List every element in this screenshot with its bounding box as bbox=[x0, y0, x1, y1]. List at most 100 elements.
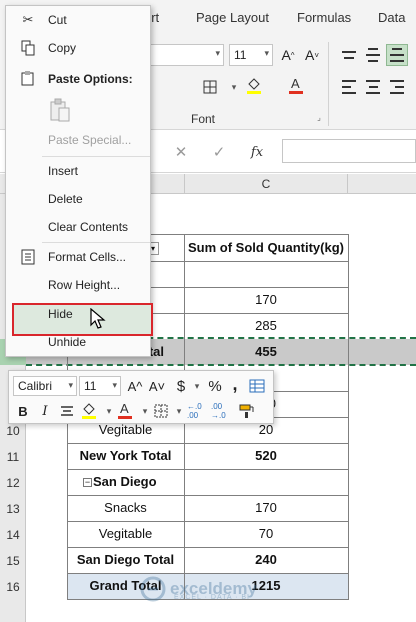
fill-bucket-icon bbox=[247, 78, 261, 94]
menu-separator bbox=[42, 156, 150, 157]
pivot-cell-label[interactable]: − San Diego bbox=[67, 469, 184, 495]
pivot-cell-value[interactable] bbox=[184, 469, 348, 495]
mini-percent-button[interactable]: % bbox=[205, 376, 225, 396]
align-center-button[interactable] bbox=[362, 76, 384, 98]
context-menu: ✂ Cut Copy Paste Options: Paste Special.… bbox=[5, 5, 153, 357]
chevron-down-icon[interactable]: ▾ bbox=[169, 401, 189, 421]
ribbon-font-size-value: 11 bbox=[234, 48, 247, 62]
pivot-cell-value[interactable]: 240 bbox=[184, 547, 348, 573]
pivot-cell-label[interactable]: Snacks bbox=[67, 495, 184, 521]
pivot-cell-label[interactable]: San Diego Total bbox=[67, 547, 184, 573]
ribbon-font-size-select[interactable]: 11 ▾ bbox=[229, 44, 273, 66]
clipboard-icon bbox=[20, 70, 36, 86]
pivot-cell-value[interactable]: 520 bbox=[184, 443, 348, 469]
menu-item-format-cells[interactable]: Format Cells... bbox=[6, 245, 150, 269]
table-line bbox=[67, 547, 348, 548]
ribbon-divider bbox=[328, 42, 329, 126]
tab-page-layout[interactable]: Page Layout bbox=[196, 10, 269, 25]
mini-fill-color-button[interactable] bbox=[79, 401, 99, 421]
mini-align-center-button[interactable] bbox=[57, 401, 77, 421]
menu-separator bbox=[42, 242, 150, 243]
chevron-down-icon: ▾ bbox=[68, 380, 73, 390]
mini-decrease-decimal-button[interactable]: ←.0 .00 bbox=[187, 401, 207, 421]
menu-item-cut-label: Cut bbox=[48, 13, 67, 27]
row-header-15[interactable]: 15 bbox=[0, 548, 26, 574]
pivot-cell-value[interactable]: 170 bbox=[184, 287, 348, 313]
pivot-header-sum[interactable]: Sum of Sold Quantity(kg) bbox=[184, 235, 348, 261]
font-color-button[interactable]: A bbox=[284, 73, 308, 97]
table-format-icon bbox=[249, 379, 265, 393]
san-diego-label: San Diego bbox=[93, 474, 157, 489]
fill-color-button[interactable] bbox=[242, 73, 266, 97]
check-icon[interactable]: ✓ bbox=[200, 143, 238, 161]
mini-increase-decimal-button[interactable]: .00 →.0 bbox=[211, 401, 231, 421]
borders-button[interactable] bbox=[198, 75, 222, 99]
chevron-down-icon[interactable]: ▾ bbox=[187, 376, 207, 396]
paste-icon bbox=[50, 98, 70, 122]
svg-text:A: A bbox=[120, 401, 129, 416]
mini-italic-button[interactable]: I bbox=[35, 401, 55, 421]
pivot-cell-label[interactable]: Vegitable bbox=[67, 521, 184, 547]
watermark-tagline: EXCEL · DATA · BI bbox=[174, 594, 250, 601]
mini-decrease-font-button[interactable]: A˅ bbox=[147, 376, 167, 396]
copy-icon bbox=[20, 40, 36, 56]
font-color-icon: A bbox=[289, 76, 303, 94]
paste-options-label: Paste Options: bbox=[48, 72, 133, 86]
chevron-down-icon: ▾ bbox=[112, 380, 117, 390]
menu-item-delete[interactable]: Delete bbox=[6, 187, 150, 211]
align-left-button[interactable] bbox=[338, 76, 360, 98]
menu-item-cut[interactable]: ✂ Cut bbox=[6, 8, 150, 32]
mini-font-size-select[interactable]: 11 ▾ bbox=[79, 376, 121, 396]
dialog-launcher-icon[interactable]: ⌟ bbox=[314, 112, 324, 122]
tab-data[interactable]: Data bbox=[378, 10, 405, 25]
menu-item-row-height[interactable]: Row Height... bbox=[6, 273, 150, 297]
mini-bold-button[interactable]: B bbox=[13, 401, 33, 421]
insert-function-icon[interactable]: fx bbox=[238, 145, 276, 160]
pivot-cell-label[interactable]: New York Total bbox=[67, 443, 184, 469]
mini-format-table-button[interactable] bbox=[247, 376, 267, 396]
menu-item-paste-special[interactable]: Paste Special... bbox=[6, 128, 150, 152]
row-header-14[interactable]: 14 bbox=[0, 522, 26, 548]
menu-item-clear-contents[interactable]: Clear Contents bbox=[6, 215, 150, 239]
row-header-11[interactable]: 11 bbox=[0, 444, 26, 470]
table-line bbox=[67, 495, 348, 496]
mini-format-painter-button[interactable] bbox=[237, 401, 257, 421]
menu-item-copy[interactable]: Copy bbox=[6, 36, 150, 60]
ribbon-font-name-select[interactable]: ▾ bbox=[150, 44, 224, 66]
row-header-13[interactable]: 13 bbox=[0, 496, 26, 522]
tab-formulas[interactable]: Formulas bbox=[297, 10, 351, 25]
mini-font-name-select[interactable]: Calibri ▾ bbox=[13, 376, 77, 396]
decrease-font-size-button[interactable]: A ˅ bbox=[300, 43, 324, 67]
align-middle-button[interactable] bbox=[362, 44, 384, 66]
align-bottom-button[interactable] bbox=[386, 44, 408, 66]
row-header-12[interactable]: 12 bbox=[0, 470, 26, 496]
pivot-cell-value[interactable]: 455 bbox=[184, 339, 348, 365]
increase-font-size-button[interactable]: A ^ bbox=[276, 43, 300, 67]
mini-comma-button[interactable]: , bbox=[225, 374, 245, 394]
column-header-c[interactable]: C bbox=[184, 174, 348, 194]
paintbrush-icon bbox=[239, 404, 254, 418]
row-header-16[interactable]: 16 bbox=[0, 574, 26, 600]
align-top-button[interactable] bbox=[338, 44, 360, 66]
mini-font-color-button[interactable]: A bbox=[115, 401, 135, 421]
align-right-button[interactable] bbox=[386, 76, 408, 98]
collapse-icon[interactable]: − bbox=[83, 478, 92, 488]
formula-input[interactable] bbox=[282, 139, 416, 163]
menu-item-unhide[interactable]: Unhide bbox=[6, 330, 150, 354]
menu-item-insert[interactable]: Insert bbox=[6, 159, 150, 183]
menu-item-hide[interactable]: Hide bbox=[6, 302, 150, 326]
pivot-cell-value[interactable]: 170 bbox=[184, 495, 348, 521]
table-line bbox=[67, 469, 348, 470]
cancel-icon[interactable]: ✕ bbox=[162, 143, 200, 161]
pivot-cell-value[interactable]: 285 bbox=[184, 313, 348, 339]
mini-increase-font-button[interactable]: A^ bbox=[125, 376, 145, 396]
menu-item-copy-label: Copy bbox=[48, 41, 77, 55]
align-center-icon bbox=[61, 406, 73, 416]
exceldemy-logo-icon bbox=[140, 576, 166, 602]
mini-borders-button[interactable] bbox=[151, 401, 171, 421]
table-line bbox=[348, 234, 349, 600]
table-line bbox=[67, 443, 348, 444]
pivot-cell-value[interactable]: 70 bbox=[184, 521, 348, 547]
paste-button[interactable] bbox=[48, 97, 72, 123]
mini-font-name-value: Calibri bbox=[18, 379, 53, 393]
